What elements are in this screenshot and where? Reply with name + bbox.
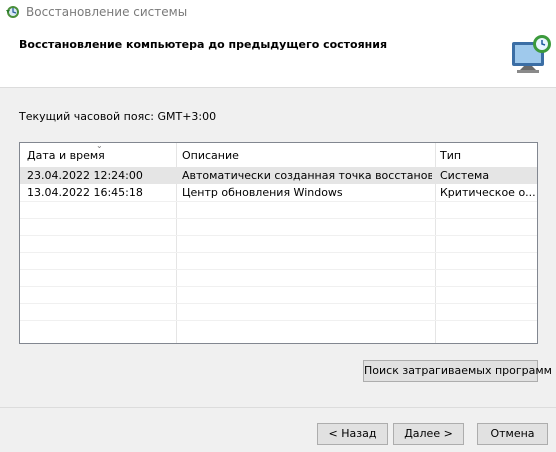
table-row[interactable]: 13.04.2022 16:45:18 Центр обновления Win… [20,184,537,201]
back-button[interactable]: < Назад [317,423,388,445]
grid-line [20,286,537,287]
cell-type: Критическое о... [440,186,535,199]
wizard-header: Восстановление компьютера до предыдущего… [0,24,556,88]
grid-line [20,218,537,219]
cell-date: 23.04.2022 12:24:00 [27,169,143,182]
timezone-label: Текущий часовой пояс: GMT+3:00 [19,110,217,123]
grid-line [20,201,537,202]
table-row[interactable]: 23.04.2022 12:24:00 Автоматически создан… [20,167,537,184]
cell-date: 13.04.2022 16:45:18 [27,186,143,199]
column-header-description[interactable]: Описание [182,149,239,162]
cell-description: Автоматически созданная точка восстановл… [182,169,432,182]
column-header-type[interactable]: Тип [440,149,461,162]
restore-points-table[interactable]: ⌄ Дата и время Описание Тип 23.04.2022 1… [19,142,538,344]
grid-line [20,303,537,304]
grid-line [20,269,537,270]
system-restore-monitor-icon [512,35,551,73]
footer-divider [0,407,556,408]
column-header-date[interactable]: Дата и время [27,149,105,162]
table-header: ⌄ Дата и время Описание Тип [20,143,537,168]
grid-line [20,252,537,253]
system-restore-icon [6,6,19,18]
grid-line [20,320,537,321]
title-bar: Восстановление системы [0,0,556,24]
page-title: Восстановление компьютера до предыдущего… [19,38,388,51]
scan-affected-programs-button[interactable]: Поиск затрагиваемых программ [363,360,552,382]
cell-description: Центр обновления Windows [182,186,343,199]
window-title: Восстановление системы [26,5,188,19]
grid-line [20,235,537,236]
cancel-button[interactable]: Отмена [477,423,548,445]
next-button[interactable]: Далее > [393,423,464,445]
cell-type: Система [440,169,490,182]
